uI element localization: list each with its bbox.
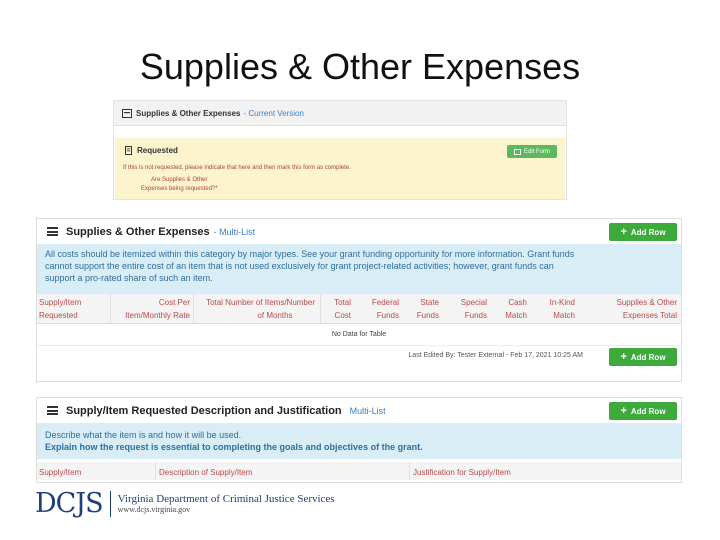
- question-line-2: Expenses being requested?*: [141, 186, 218, 192]
- plus-icon: +: [620, 351, 627, 363]
- column-header[interactable]: Description of Supply/Item: [159, 466, 252, 479]
- table-header: Supply/Item Requested Cost Per Item/Monthl…: [37, 294, 681, 324]
- column-header[interactable]: Supply/Item Requested: [39, 296, 109, 322]
- column-header[interactable]: In-Kind Match: [537, 296, 575, 322]
- logo-divider: [109, 490, 111, 517]
- requested-box: Requested Edit Form If this is not reque…: [115, 138, 565, 199]
- add-row-button[interactable]: + Add Row: [609, 402, 677, 420]
- panel-title: Supplies & Other Expenses: [136, 108, 241, 118]
- list-icon: [47, 406, 58, 415]
- table-footer: Last Edited By: Tester External - Feb 17…: [37, 346, 681, 371]
- info-line: All costs should be itemized within this…: [45, 249, 575, 259]
- requested-note: If this is not requested, please indicat…: [123, 165, 351, 171]
- info-line: cannot support the entire cost of an ite…: [45, 261, 554, 271]
- column-header[interactable]: Federal Funds: [359, 296, 399, 322]
- logo-url: www.dcjs.virginia.gov: [117, 505, 191, 514]
- last-edited-text: Last Edited By: Tester External - Feb 17…: [408, 352, 583, 359]
- column-header[interactable]: Supplies & Other Expenses Total: [597, 296, 677, 322]
- info-message: Describe what the item is and how it wil…: [37, 423, 681, 459]
- question-line-1: Are Supplies & Other: [151, 177, 208, 183]
- plus-icon: +: [620, 405, 627, 417]
- panel-header: Supply/Item Requested Description and Ju…: [37, 398, 681, 423]
- info-line: Explain how the request is essential to …: [45, 442, 423, 452]
- panel-subtitle: - Multi-List: [213, 226, 256, 237]
- list-icon: [47, 227, 58, 236]
- plus-icon: +: [620, 226, 627, 238]
- add-row-label: Add Row: [630, 352, 666, 362]
- add-row-button[interactable]: + Add Row: [609, 223, 677, 241]
- info-line: Describe what the item is and how it wil…: [45, 430, 242, 440]
- requested-question: Are Supplies & Other Expenses being requ…: [141, 176, 231, 194]
- column-header[interactable]: Total Number of Items/Number of Months: [195, 296, 315, 322]
- dcjs-logo: DCJS Virginia Department of Criminal Jus…: [35, 488, 335, 519]
- column-header[interactable]: Supply/Item: [39, 466, 81, 479]
- column-header[interactable]: Justification for Supply/Item: [413, 466, 511, 479]
- logo-abbr: DCJS: [35, 488, 104, 519]
- version-label: - Current Version: [243, 108, 304, 118]
- column-header[interactable]: State Funds: [405, 296, 439, 322]
- panel-title: Supply/Item Requested Description and Ju…: [66, 404, 342, 417]
- pencil-icon: [513, 148, 521, 155]
- form-icon: [122, 108, 132, 118]
- column-header[interactable]: Special Funds: [451, 296, 487, 322]
- column-header[interactable]: Cost Per Item/Monthly Rate: [115, 296, 190, 322]
- add-row-label: Add Row: [630, 227, 666, 237]
- justification-multilist-panel: Supply/Item Requested Description and Ju…: [36, 397, 682, 483]
- add-row-label: Add Row: [630, 406, 666, 416]
- panel-title: Supplies & Other Expenses: [66, 225, 210, 238]
- panel-subtitle: Multi-List: [349, 405, 386, 416]
- panel-header: Supplies & Other Expenses - Multi-List +…: [37, 219, 681, 244]
- supplies-table: Supply/Item Requested Cost Per Item/Monthl…: [37, 294, 681, 371]
- document-icon: [125, 146, 132, 155]
- slide-title: Supplies & Other Expenses: [139, 46, 581, 87]
- add-row-button[interactable]: + Add Row: [609, 348, 677, 366]
- column-header[interactable]: Cash Match: [495, 296, 527, 322]
- table-header: Supply/Item Description of Supply/Item J…: [37, 462, 681, 480]
- current-version-panel: Supplies & Other Expenses - Current Vers…: [113, 100, 567, 200]
- info-line: support a pro-rated share of such an ite…: [45, 273, 213, 283]
- supplies-multilist-panel: Supplies & Other Expenses - Multi-List +…: [36, 218, 682, 382]
- edit-form-label: Edit Form: [523, 148, 550, 155]
- column-header[interactable]: Total Cost: [323, 296, 351, 322]
- panel-header: Supplies & Other Expenses - Current Vers…: [114, 101, 566, 126]
- edit-form-button[interactable]: Edit Form: [507, 145, 557, 158]
- no-data-message: No Data for Table: [37, 324, 681, 346]
- info-message: All costs should be itemized within this…: [37, 244, 681, 294]
- requested-label: Requested: [137, 146, 178, 155]
- logo-department: Virginia Department of Criminal Justice …: [117, 493, 335, 505]
